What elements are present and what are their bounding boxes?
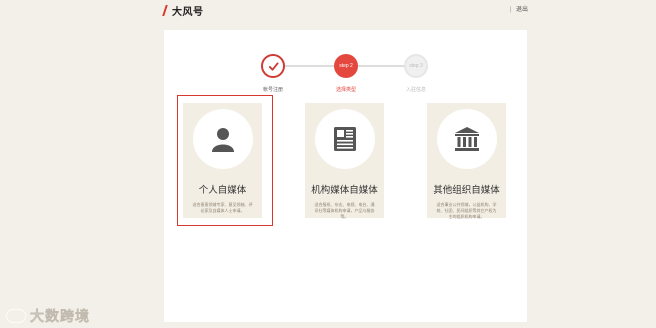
selected-card-highlight: [177, 95, 273, 226]
card-organization-media[interactable]: 机构媒体自媒体 适合报纸、杂志、电视、电台、通讯社等媒体机构申请，产品与服务等。: [305, 103, 384, 219]
logo-text: 大风号: [172, 7, 204, 18]
step-3-label: 入驻信息: [405, 87, 426, 93]
step-connector: [357, 65, 408, 67]
step-1-circle: [261, 54, 285, 78]
card-description: 适合报纸、杂志、电视、电台、通讯社等媒体机构申请，产品与服务等。: [314, 202, 375, 219]
check-icon: [268, 61, 279, 71]
card-title: 机构媒体自媒体: [311, 185, 378, 196]
logo-icon: [162, 5, 170, 16]
top-bar: 大风号 | 退出: [0, 0, 656, 20]
watermark: 大数跨境: [6, 306, 90, 326]
card-icon-circle: [436, 109, 497, 169]
logout-link[interactable]: 退出: [516, 7, 528, 13]
watermark-logo-icon: [6, 309, 26, 323]
card-icon-circle: [314, 109, 375, 169]
card-description: 适合事业公共领域，公益机构、学校、社团、民间组织等其它产权为主的组织机构申请。: [436, 202, 497, 219]
header-separator: |: [509, 7, 512, 13]
watermark-text: 大数跨境: [30, 308, 90, 324]
newspaper-icon: [333, 127, 356, 151]
header-right: | 退出: [510, 4, 528, 13]
step-3-circle: step 3: [404, 54, 428, 78]
step-2-circle: step 2: [334, 54, 358, 78]
step-connector: [284, 65, 338, 67]
card-title: 其他组织自媒体: [433, 185, 500, 196]
step-1-label: 帐号注册: [262, 87, 283, 93]
institution-icon: [454, 127, 479, 151]
step-2-label: 选择类型: [335, 87, 356, 93]
card-other-organization-media[interactable]: 其他组织自媒体 适合事业公共领域，公益机构、学校、社团、民间组织等其它产权为主的…: [427, 103, 506, 219]
logo[interactable]: 大风号: [162, 4, 204, 18]
